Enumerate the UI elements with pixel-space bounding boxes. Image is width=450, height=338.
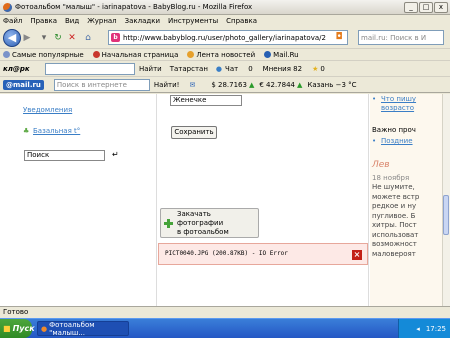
left-column	[0, 94, 140, 306]
right-link-1[interactable]: Что пишу	[381, 95, 416, 103]
menu-bookmarks[interactable]: Закладки	[125, 17, 160, 25]
address-bar[interactable]: b http://www.babyblog.ru/user/photo_gall…	[108, 30, 348, 45]
star-icon: ★	[312, 64, 319, 73]
bullet-icon: •	[372, 137, 377, 145]
up-arrow-icon: ▲	[297, 80, 303, 89]
mail-icon[interactable]: ✉	[189, 81, 195, 89]
folder-icon	[3, 51, 10, 58]
horoscope-sign: Лев	[372, 160, 390, 170]
klark-count-b[interactable]: 0	[320, 65, 324, 73]
history-dropdown-icon[interactable]: ▾	[38, 32, 50, 44]
menu-tools[interactable]: Инструменты	[168, 17, 218, 25]
left-search-input[interactable]: Поиск	[24, 150, 105, 161]
right-heading: Важно проч	[372, 126, 416, 134]
right-link-1-cont[interactable]: возрасто	[381, 104, 414, 112]
bookmark-home-page[interactable]: Начальная страница	[92, 51, 178, 59]
menu-file[interactable]: Файл	[3, 17, 22, 25]
up-arrow-icon: ▲	[248, 80, 255, 89]
klark-search-input[interactable]	[45, 62, 135, 75]
close-error-icon[interactable]: ×	[352, 250, 362, 260]
klark-toolbar: кл@рк Найти Татарстан ● Чат 0 Мнения 82 …	[0, 61, 450, 77]
menu-bar: Файл Правка Вид Журнал Закладки Инструме…	[0, 15, 450, 27]
chat-icon: ●	[215, 64, 223, 73]
search-input[interactable]: mail.ru: Поиск в И	[358, 30, 444, 45]
weather[interactable]: Казань −3 °C	[307, 81, 356, 89]
window-title: Фотоальбом "малыш" - iarinapatova - Baby…	[15, 3, 253, 11]
horoscope-text: Не шумите, можете встр редкое и ну пугли…	[372, 183, 420, 258]
windows-logo-icon: ■	[3, 324, 11, 333]
rss-small-icon	[187, 51, 195, 58]
bookmarks-bar: Самые популярные Начальная страница Лент…	[0, 49, 450, 61]
menu-edit[interactable]: Правка	[30, 17, 57, 25]
klark-count-a[interactable]: 0	[248, 65, 252, 73]
site-favicon-icon: b	[111, 33, 120, 42]
stop-icon[interactable]: ✕	[66, 32, 78, 44]
minimize-button[interactable]: _	[404, 2, 418, 13]
notifications-link[interactable]: Уведомления	[23, 106, 72, 114]
close-button[interactable]: x	[434, 2, 448, 13]
save-button[interactable]: Сохранить	[171, 126, 217, 139]
mailru-toolbar: @mail.ru Поиск в интернете Найти! ✉ $ 28…	[0, 77, 450, 93]
firefox-task-icon: ●	[41, 324, 48, 333]
menu-history[interactable]: Журнал	[87, 17, 116, 25]
status-text: Готово	[3, 308, 29, 316]
bookmark-most-visited[interactable]: Самые популярные	[3, 51, 84, 59]
horoscope-date: 18 ноября	[372, 174, 410, 182]
taskbar-firefox-item[interactable]: ● Фотоальбом "малыш...	[37, 321, 129, 337]
address-url[interactable]: http://www.babyblog.ru/user/photo_galler…	[123, 34, 326, 42]
clock: 17:25	[425, 324, 446, 333]
bookmark-news[interactable]: Лента новостей	[187, 51, 255, 59]
rss-icon[interactable]: ◘	[333, 31, 345, 43]
sprout-icon: ♣	[23, 127, 30, 135]
mailru-search-input[interactable]: Поиск в интернете	[53, 78, 150, 91]
klark-chat[interactable]: Чат	[225, 65, 238, 73]
bookmark-mailru[interactable]: Mail.Ru	[264, 51, 299, 59]
enter-arrow-icon[interactable]: ↵	[112, 150, 119, 159]
eur-rate: € 42.7844	[259, 80, 296, 89]
system-tray: ◂ 17:25	[398, 319, 450, 338]
upload-error-text: PICT0040.JPG (200.87KB) - IO Error	[165, 250, 288, 257]
maximize-button[interactable]: □	[419, 2, 433, 13]
mailru-icon	[264, 51, 272, 58]
right-link-2[interactable]: Поздние	[381, 137, 413, 145]
menu-view[interactable]: Вид	[65, 17, 79, 25]
home-icon[interactable]: ⌂	[82, 32, 94, 44]
firefox-small-icon	[92, 51, 100, 58]
scrollbar-thumb[interactable]	[443, 195, 449, 235]
klark-logo: кл@рк	[3, 64, 30, 73]
upload-photos-button[interactable]: Закачать фотографии в фотоальбом	[160, 208, 259, 238]
menu-help[interactable]: Справка	[226, 17, 257, 25]
window-controls: _ □ x	[404, 2, 448, 13]
status-bar: Готово	[0, 306, 450, 318]
klark-opinions[interactable]: Мнения 82	[263, 65, 302, 73]
mailru-find-button[interactable]: Найти!	[154, 81, 180, 89]
upload-label-line2: в фотоальбом	[177, 227, 229, 236]
upload-label-line1: Закачать фотографии	[177, 209, 224, 227]
reload-icon[interactable]: ↻	[52, 32, 64, 44]
recipient-select[interactable]: Женечке	[170, 95, 242, 106]
search-placeholder: mail.ru: Поиск в И	[361, 33, 427, 42]
mailru-logo[interactable]: @mail.ru	[3, 79, 44, 90]
klark-find-button[interactable]: Найти	[139, 65, 162, 73]
plus-icon	[164, 218, 173, 228]
start-button[interactable]: ■ Пуск	[0, 319, 35, 338]
usd-rate: $ 28.7163	[211, 80, 247, 89]
forward-button[interactable]: ▶	[20, 32, 34, 45]
bullet-icon: •	[372, 95, 377, 103]
firefox-icon	[3, 2, 12, 12]
window-titlebar: Фотоальбом "малыш" - iarinapatova - Baby…	[0, 0, 450, 15]
back-button[interactable]: ◀	[3, 29, 21, 47]
klark-region[interactable]: Татарстан	[170, 65, 208, 73]
speaker-icon[interactable]: ◂	[416, 325, 420, 333]
basal-temperature-link[interactable]: Базальная t°	[33, 127, 80, 135]
